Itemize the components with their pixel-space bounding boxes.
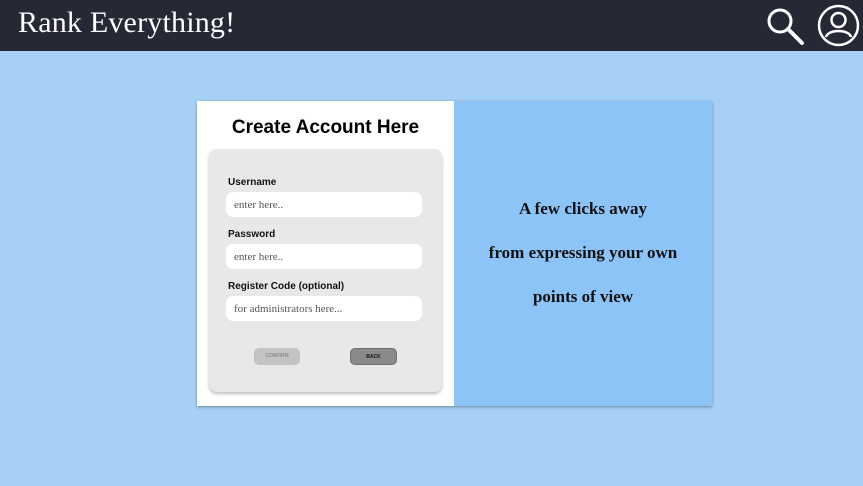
register-code-input[interactable]	[226, 296, 422, 321]
form-title: Create Account Here	[231, 117, 420, 138]
password-label: Password	[228, 229, 276, 240]
register-code-label: Register Code (optional)	[228, 281, 345, 292]
top-bar: Rank Everything!	[0, 0, 863, 51]
back-button[interactable]: BACK	[350, 348, 397, 365]
promo-line: from expressing your own	[488, 243, 678, 262]
account-button[interactable]	[817, 4, 860, 47]
password-input[interactable]	[226, 244, 422, 269]
search-icon	[767, 8, 804, 45]
search-button[interactable]	[765, 6, 805, 46]
form-pane: Create Account Here Username Password Re…	[197, 101, 454, 406]
account-form: Username Password Register Code (optiona…	[209, 149, 442, 392]
username-label: Username	[228, 177, 277, 188]
username-input[interactable]	[226, 192, 422, 217]
create-account-card: Create Account Here Username Password Re…	[197, 101, 712, 406]
promo-line: points of view	[532, 287, 634, 306]
promo-pane: A few clicks away from expressing your o…	[454, 101, 712, 406]
user-account-icon	[817, 4, 860, 47]
promo-line: A few clicks away	[519, 199, 647, 218]
app-title: Rank Everything!	[18, 6, 236, 39]
confirm-button[interactable]: CONFIRM	[254, 348, 300, 365]
